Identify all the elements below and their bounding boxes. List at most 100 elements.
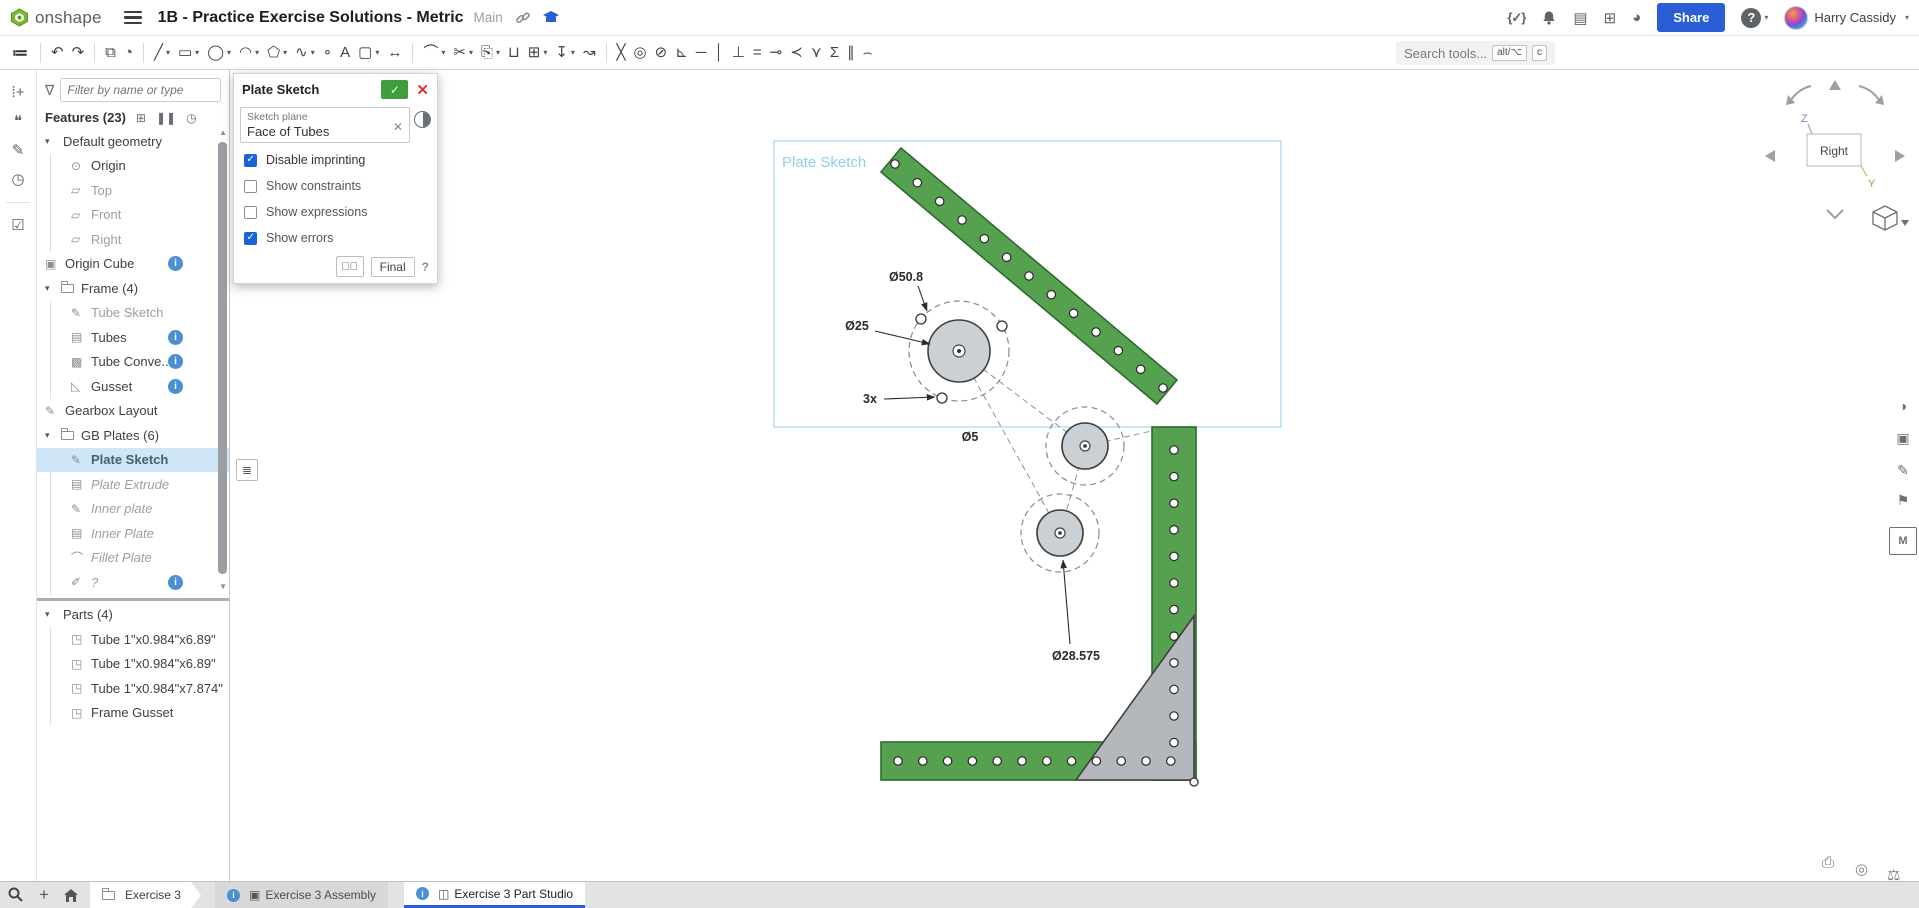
plate-hole[interactable] <box>1001 252 1012 263</box>
features-scrollbar[interactable] <box>218 142 227 574</box>
cancel-x-button[interactable]: ✕ <box>416 81 429 99</box>
tree-item-origin-cube[interactable]: ▣ Origin Cube i <box>37 252 229 277</box>
arc-tool-icon[interactable]: ◠ ▾ <box>236 43 262 62</box>
tree-item-tubes[interactable]: ▤ Tubes i <box>37 325 229 350</box>
edit-appearance-icon[interactable]: ✎ <box>1889 456 1917 484</box>
sketch-expression-icon[interactable]: Σ <box>827 43 842 62</box>
center-point-2[interactable] <box>1083 444 1087 448</box>
dropdown-caret-icon[interactable]: ▾ <box>255 48 259 57</box>
tree-item-tube-sketch[interactable]: ✎ Tube Sketch <box>37 300 229 326</box>
tree-item-plate-sketch[interactable]: ✎ Plate Sketch <box>37 447 229 472</box>
graphics-area[interactable]: Plate Sketch Ø50.8 Ø25 3x Ø5 Ø28.575 <box>230 70 1919 881</box>
plate-hole[interactable] <box>890 159 900 169</box>
offset-arrow-icon[interactable]: ↝ <box>580 43 599 62</box>
sketch-plane-field[interactable]: Sketch plane Face of Tubes ✕ <box>240 107 410 143</box>
plate-hole[interactable] <box>1169 471 1179 482</box>
small-hole-2[interactable] <box>936 392 948 404</box>
gusset-plate[interactable] <box>1074 613 1195 781</box>
point-tool-icon[interactable]: ∘ <box>320 43 335 62</box>
dialog-collapse-button[interactable]: ≣ <box>236 459 258 481</box>
dropdown-caret-icon[interactable]: ▾ <box>441 48 445 57</box>
dropdown-caret-icon[interactable]: ▾ <box>469 48 473 57</box>
update-badge-icon[interactable]: i <box>168 256 183 272</box>
dropdown-caret-icon[interactable]: ▾ <box>311 48 315 57</box>
share-link-icon[interactable] <box>515 10 531 26</box>
coincident-constraint-icon[interactable]: ╳ <box>614 43 629 62</box>
text-tool-icon[interactable]: A <box>337 43 353 62</box>
center-point-1[interactable] <box>957 349 961 353</box>
help-menu[interactable]: ? ▾ <box>1741 7 1768 28</box>
plate-hole[interactable] <box>1169 498 1179 508</box>
measure-icon[interactable]: ⚖ <box>1887 866 1900 884</box>
rectangle-tool-icon[interactable]: ▭ ▾ <box>175 43 202 62</box>
dropdown-caret-icon[interactable]: ▾ <box>571 48 575 57</box>
part-item-frame-gusset[interactable]: ◳ Frame Gusset <box>37 700 229 726</box>
plate-hole[interactable] <box>912 177 923 188</box>
dropdown-caret-icon[interactable]: ▾ <box>543 48 547 57</box>
rollback-bar[interactable] <box>37 597 229 601</box>
learning-center-icon[interactable]: ◕ <box>1632 9 1641 26</box>
user-menu[interactable]: Harry Cassidy ▾ <box>1784 5 1909 30</box>
chevron-down-icon[interactable]: ▾ <box>45 609 61 620</box>
print-icon[interactable]: ⎙ <box>1822 854 1834 871</box>
mate-connector-icon[interactable] <box>414 111 431 128</box>
perpendicular-constraint-icon[interactable]: ⊥ <box>729 43 748 62</box>
fillet-tool-icon[interactable]: ⌒ ▾ <box>420 43 448 62</box>
display-states-icon[interactable]: ▣ <box>1889 424 1917 452</box>
tree-item-default-geometry[interactable]: ▾ Default geometry <box>37 129 229 154</box>
checklist-icon[interactable]: ☑ <box>11 218 24 233</box>
update-badge-icon[interactable]: i <box>168 574 183 590</box>
plate-hole[interactable] <box>1158 383 1168 393</box>
show-constraints-checkbox[interactable] <box>244 179 257 193</box>
onshape-logo[interactable]: onshape <box>10 8 102 28</box>
plate-hole[interactable] <box>934 196 945 207</box>
add-tab-button[interactable]: + <box>32 882 56 908</box>
plate-hole[interactable] <box>1066 756 1077 766</box>
dropdown-caret-icon[interactable]: ▾ <box>283 48 287 57</box>
tree-item-front[interactable]: ▱ Front <box>37 202 229 228</box>
redo-icon[interactable]: ↷ <box>69 43 88 62</box>
education-flag-icon[interactable] <box>542 11 559 24</box>
help-icon[interactable]: ? <box>1741 7 1762 28</box>
checkbox-row-show-expressions[interactable]: Show expressions <box>234 199 437 225</box>
small-hole-3[interactable] <box>996 320 1008 332</box>
visibility-icon[interactable]: ◎ <box>1855 860 1868 878</box>
plate-hole[interactable] <box>1091 327 1101 337</box>
plate-hole[interactable] <box>1113 345 1124 356</box>
insert-document-icon[interactable]: ⧉ <box>102 43 119 62</box>
tree-item-item[interactable]: ✐? i <box>37 570 229 595</box>
paste-sketch-icon[interactable]: ⎘ ▾ <box>478 43 503 62</box>
dropdown-caret-icon[interactable]: ▾ <box>227 48 231 57</box>
plate-hole[interactable] <box>992 756 1002 766</box>
polygon-tool-icon[interactable]: ⬠ ▾ <box>264 43 290 62</box>
plate-hole[interactable] <box>1046 289 1057 300</box>
accept-check-button[interactable]: ✓ <box>381 80 409 99</box>
tangent-constraint-icon[interactable]: ⊘ <box>652 43 671 62</box>
plate-hole[interactable] <box>1041 756 1052 766</box>
dropdown-caret-icon[interactable]: ▾ <box>496 48 500 57</box>
small-hole-1[interactable] <box>915 313 927 325</box>
chevron-down-icon[interactable]: ▾ <box>45 136 61 147</box>
insert-feature-icon[interactable]: ⁞+ <box>12 85 25 100</box>
plate-hole[interactable] <box>1169 684 1179 695</box>
use-project-icon[interactable]: ⊔ <box>505 43 523 62</box>
part-item-tube-1-x0-984-x7-874[interactable]: ◳ Tube 1"x0.984"x7.874" <box>37 676 229 701</box>
tree-item-right[interactable]: ▱ Right <box>37 227 229 252</box>
plate-hole[interactable] <box>1169 737 1179 748</box>
add-folder-icon[interactable]: ⊞ <box>136 111 146 125</box>
view-menu-caret-icon[interactable] <box>1901 220 1909 226</box>
fix-constraint-icon[interactable]: ⊸ <box>767 43 786 62</box>
checkbox-row-show-constraints[interactable]: Show constraints <box>234 173 437 199</box>
spline-tool-icon[interactable]: ∿ ▾ <box>292 43 318 62</box>
app-store-icon[interactable]: ⊞ <box>1604 9 1617 27</box>
chevron-down-icon[interactable]: ▾ <box>45 283 61 294</box>
plate-hole[interactable] <box>1017 756 1027 766</box>
dimension-d28[interactable]: Ø28.575 <box>1052 649 1100 663</box>
plate-hole[interactable] <box>917 756 928 766</box>
thumbnail-search-icon[interactable] <box>0 882 32 908</box>
part-item-tube-1-x0-984-x6-89[interactable]: ◳ Tube 1"x0.984"x6.89" <box>37 651 229 677</box>
parallel-constraint-icon[interactable]: ∥ <box>844 43 858 62</box>
chevron-down-icon[interactable]: ▾ <box>45 430 61 441</box>
plate-hole[interactable] <box>1091 756 1102 766</box>
tree-item-plate-extrude[interactable]: ▤ Plate Extrude <box>37 472 229 497</box>
